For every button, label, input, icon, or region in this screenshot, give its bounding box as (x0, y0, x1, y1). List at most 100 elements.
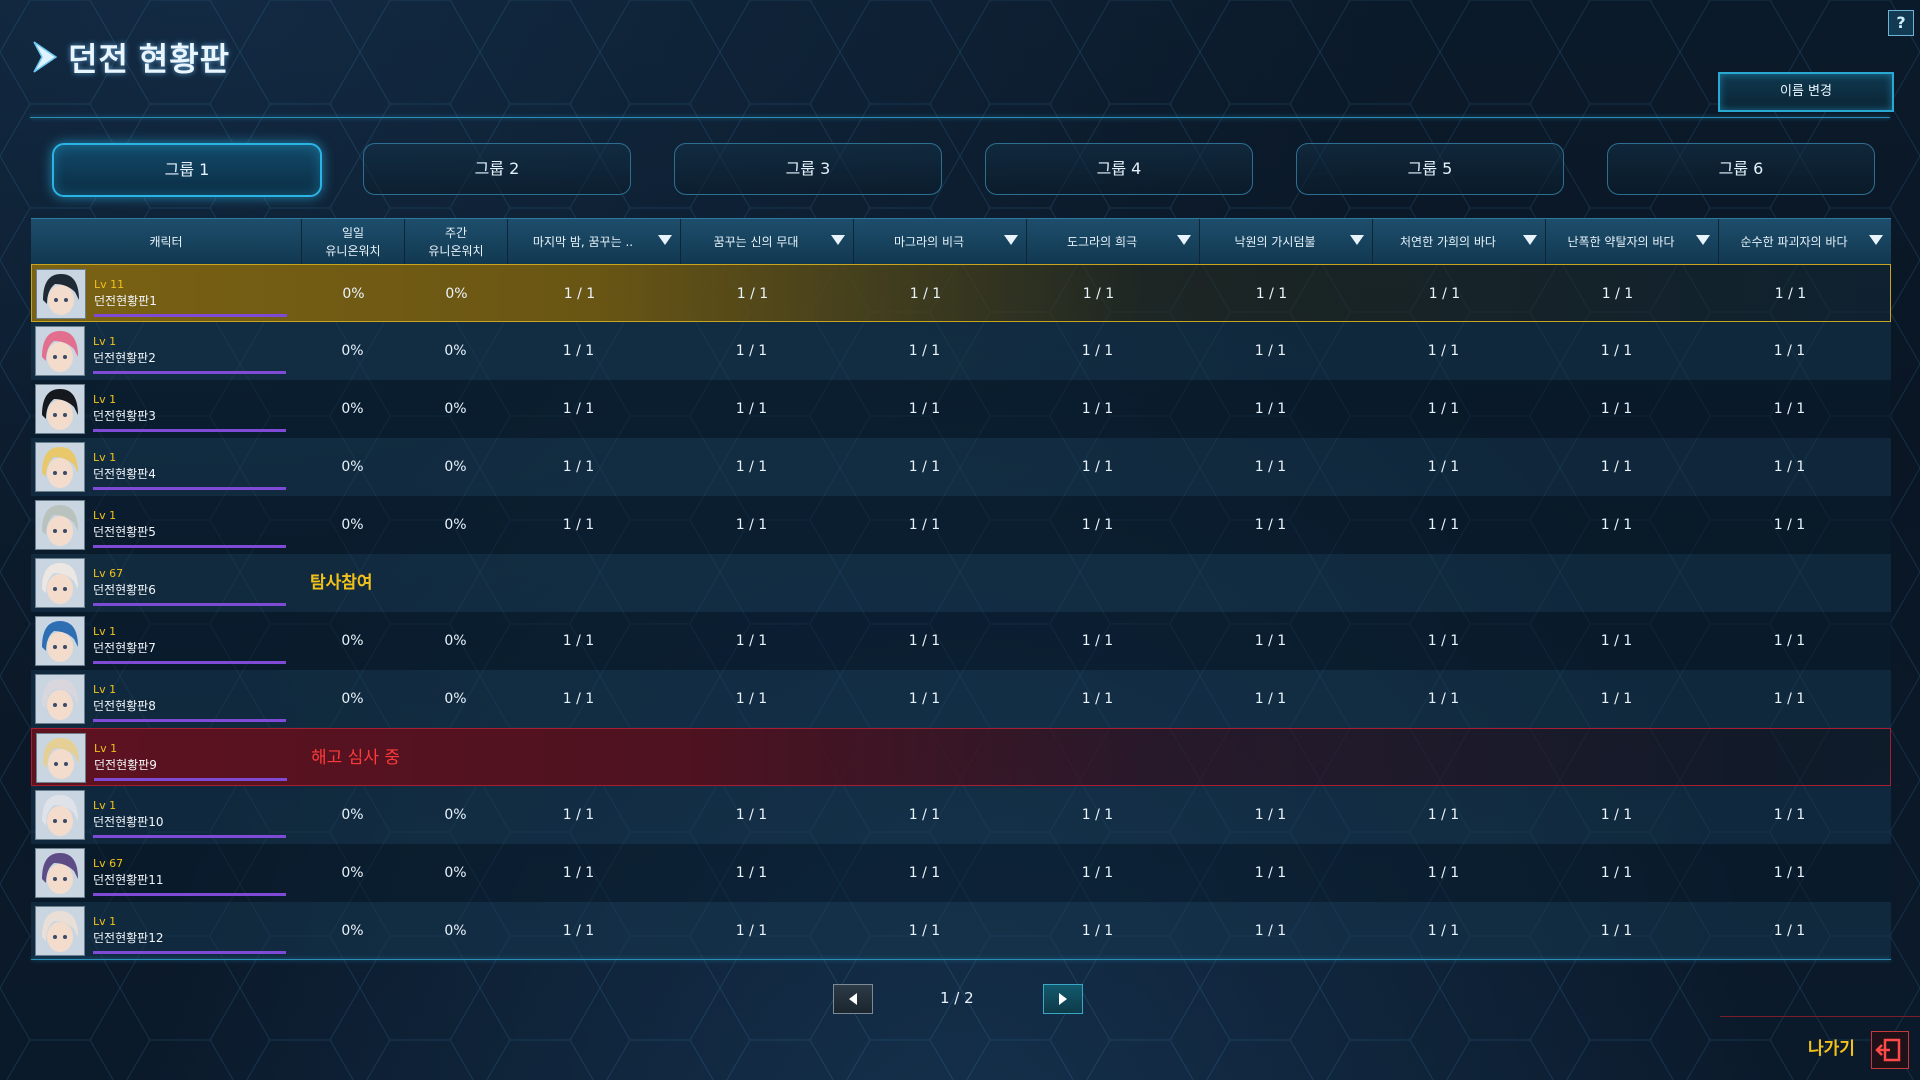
dungeon-clear-count: 1 / 1 (562, 517, 595, 533)
character-level: Lv 67 (93, 857, 124, 870)
dungeon-clear-count: 1 / 1 (1773, 343, 1806, 359)
table-row[interactable]: Lv 1 던전현황판9 해고 심사 중 (31, 728, 1891, 786)
table-row[interactable]: Lv 1 던전현황판2 0% 0% 1 / 1 1 / 1 1 / 1 1 / 1 1 / 1 1… (31, 322, 1891, 380)
dropdown-arrow-icon[interactable] (1523, 235, 1537, 245)
dropdown-arrow-icon[interactable] (1696, 235, 1710, 245)
exp-bar (93, 603, 286, 606)
weekly-union-watch-value: 0% (444, 401, 467, 417)
dropdown-arrow-icon[interactable] (1350, 235, 1364, 245)
dungeon-clear-count: 1 / 1 (1601, 286, 1634, 302)
table-bottom-line (31, 959, 1891, 960)
dungeon-clear-count: 1 / 1 (1254, 865, 1287, 881)
column-header-label: 캐릭터 (149, 234, 183, 249)
next-page-button[interactable] (1043, 984, 1083, 1014)
dungeon-clear-count: 1 / 1 (1081, 459, 1114, 475)
rename-button[interactable]: 이름 변경 (1718, 72, 1894, 112)
dungeon-clear-count: 1 / 1 (1427, 459, 1460, 475)
table-row[interactable]: Lv 1 던전현황판7 0% 0% 1 / 1 1 / 1 1 / 1 1 / 1 1 / 1 1… (31, 612, 1891, 670)
character-level: Lv 1 (93, 799, 117, 812)
column-header-dungeon-7[interactable]: 난폭한 약탈자의 바다 (1545, 219, 1718, 264)
dungeon-clear-count: 1 / 1 (1600, 807, 1633, 823)
portrait-icon (36, 617, 84, 665)
table-row[interactable]: Lv 67 던전현황판6 탐사참여 (31, 554, 1891, 612)
exp-bar (93, 719, 286, 722)
exp-bar (93, 429, 286, 432)
column-header-dungeon-3[interactable]: 마그라의 비극 (853, 219, 1026, 264)
portrait-icon (37, 270, 85, 318)
dungeon-clear-count: 1 / 1 (1773, 923, 1806, 939)
character-name: 던전현황판11 (93, 873, 164, 887)
table-row[interactable]: Lv 1 던전현황판3 0% 0% 1 / 1 1 / 1 1 / 1 1 / 1 1 / 1 1… (31, 380, 1891, 438)
exit-door-icon (1875, 1038, 1901, 1062)
header-line: 일일 (341, 225, 365, 240)
character-name: 던전현황판7 (93, 641, 156, 655)
dungeon-clear-count: 1 / 1 (735, 633, 768, 649)
tab-group-3[interactable]: 그룹 3 (674, 143, 942, 195)
dungeon-clear-count: 1 / 1 (1600, 401, 1633, 417)
dungeon-clear-count: 1 / 1 (562, 807, 595, 823)
white-hair-boy-avatar (35, 790, 85, 840)
dropdown-arrow-icon[interactable] (658, 235, 672, 245)
dungeon-clear-count: 1 / 1 (908, 343, 941, 359)
exp-bar (93, 371, 286, 374)
dungeon-clear-count: 1 / 1 (735, 517, 768, 533)
column-header-dungeon-4[interactable]: 도그라의 희극 (1026, 219, 1199, 264)
weekly-union-watch-value: 0% (444, 517, 467, 533)
dungeon-clear-count: 1 / 1 (1081, 401, 1114, 417)
tab-group-5[interactable]: 그룹 5 (1296, 143, 1564, 195)
table-row[interactable]: Lv 11 던전현황판1 0% 0% 1 / 1 1 / 1 1 / 1 1 / 1 1 / 1… (31, 264, 1891, 322)
table-row[interactable]: Lv 1 던전현황판8 0% 0% 1 / 1 1 / 1 1 / 1 1 / 1 1 / 1 1… (31, 670, 1891, 728)
pink-hair-girl-avatar (35, 326, 85, 376)
dungeon-clear-count: 1 / 1 (1254, 633, 1287, 649)
dungeon-clear-count: 1 / 1 (736, 286, 769, 302)
character-name: 던전현황판8 (93, 699, 156, 713)
portrait-icon (36, 327, 84, 375)
column-header-daily: 일일 유니온워치 (301, 219, 404, 264)
table-row[interactable]: Lv 1 던전현황판12 0% 0% 1 / 1 1 / 1 1 / 1 1 / 1 1 / 1… (31, 902, 1891, 960)
column-header-label: 순수한 파괴자의 바다 (1740, 234, 1848, 249)
tab-group-1[interactable]: 그룹 1 (52, 143, 322, 197)
column-header-label: 마지막 밤, 꿈꾸는 .. (532, 234, 634, 249)
dungeon-clear-count: 1 / 1 (563, 286, 596, 302)
character-name: 던전현황판1 (94, 294, 157, 308)
tab-group-6[interactable]: 그룹 6 (1607, 143, 1875, 195)
tab-group-2[interactable]: 그룹 2 (363, 143, 631, 195)
prev-page-button[interactable] (833, 984, 873, 1014)
table-row[interactable]: Lv 67 던전현황판11 0% 0% 1 / 1 1 / 1 1 / 1 1 / 1 1 / … (31, 844, 1891, 902)
dungeon-clear-count: 1 / 1 (1254, 691, 1287, 707)
page-title: 던전 현황판 (30, 34, 230, 80)
column-header-dungeon-5[interactable]: 낙원의 가시덤불 (1199, 219, 1372, 264)
tab-group-4[interactable]: 그룹 4 (985, 143, 1253, 195)
table-body: Lv 11 던전현황판1 0% 0% 1 / 1 1 / 1 1 / 1 1 / 1 1 / 1… (31, 264, 1891, 960)
column-header-dungeon-1[interactable]: 마지막 밤, 꿈꾸는 .. (507, 219, 680, 264)
dropdown-arrow-icon[interactable] (1869, 235, 1883, 245)
exit-label[interactable]: 나가기 (1808, 1034, 1855, 1059)
column-header-dungeon-2[interactable]: 꿈꾸는 신의 무대 (680, 219, 853, 264)
dungeon-clear-count: 1 / 1 (735, 865, 768, 881)
table-row[interactable]: Lv 1 던전현황판10 0% 0% 1 / 1 1 / 1 1 / 1 1 / 1 1 / 1… (31, 786, 1891, 844)
exit-button[interactable] (1871, 1031, 1909, 1069)
column-header-label: 마그라의 비극 (893, 234, 965, 249)
dungeon-clear-count: 1 / 1 (908, 807, 941, 823)
help-button[interactable]: ? (1888, 10, 1914, 36)
column-header-label: 일일 유니온워치 (325, 224, 380, 260)
dungeon-clear-count: 1 / 1 (735, 807, 768, 823)
dungeon-clear-count: 1 / 1 (735, 401, 768, 417)
column-header-label: 난폭한 약탈자의 바다 (1567, 234, 1675, 249)
column-header-dungeon-8[interactable]: 순수한 파괴자의 바다 (1718, 219, 1891, 264)
dropdown-arrow-icon[interactable] (1004, 235, 1018, 245)
dungeon-clear-count: 1 / 1 (908, 459, 941, 475)
daily-union-watch-value: 0% (341, 401, 364, 417)
exp-bar (93, 661, 286, 664)
table-row[interactable]: Lv 1 던전현황판4 0% 0% 1 / 1 1 / 1 1 / 1 1 / 1 1 / 1 1… (31, 438, 1891, 496)
dropdown-arrow-icon[interactable] (1177, 235, 1191, 245)
dungeon-clear-count: 1 / 1 (908, 517, 941, 533)
table-row[interactable]: Lv 1 던전현황판5 0% 0% 1 / 1 1 / 1 1 / 1 1 / 1 1 / 1 1… (31, 496, 1891, 554)
daily-union-watch-value: 0% (341, 691, 364, 707)
dungeon-clear-count: 1 / 1 (735, 343, 768, 359)
dungeon-clear-count: 1 / 1 (1427, 633, 1460, 649)
title-text: 던전 현황판 (68, 41, 231, 77)
dropdown-arrow-icon[interactable] (831, 235, 845, 245)
column-header-dungeon-6[interactable]: 처연한 가희의 바다 (1372, 219, 1545, 264)
dungeon-clear-count: 1 / 1 (1254, 923, 1287, 939)
